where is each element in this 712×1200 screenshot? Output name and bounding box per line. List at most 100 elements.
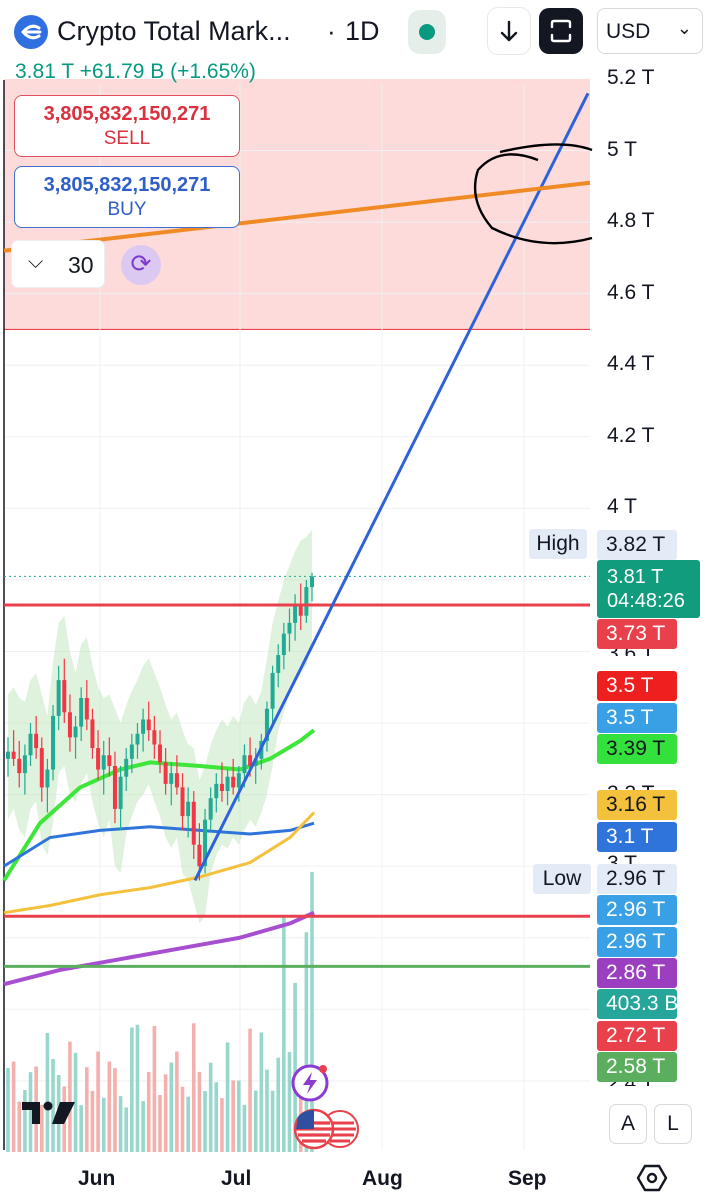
- candle-body: [96, 748, 101, 770]
- title-separator: ·: [327, 16, 336, 46]
- market-status-button[interactable]: [408, 10, 446, 54]
- time-label-jul: Jul: [221, 1167, 252, 1190]
- time-label-jun: Jun: [78, 1167, 116, 1190]
- high-value-tag: 3.82 T: [597, 530, 677, 560]
- sell-button[interactable]: 3,805,832,150,271 SELL: [14, 95, 240, 157]
- indicator-value-tag: 2.96 T: [597, 927, 677, 957]
- volume-bar: [124, 1107, 129, 1152]
- crypto-total-logo-icon: [14, 15, 48, 49]
- volume-bar: [113, 1068, 117, 1152]
- indicator-value-tag: 2.58 T: [597, 1052, 677, 1082]
- sell-price: 3,805,832,150,271: [43, 103, 211, 125]
- volume-bar: [107, 1061, 112, 1152]
- volume-bar: [85, 1067, 89, 1152]
- current-price-tag: 3.81 T 04:48:26: [597, 560, 700, 618]
- indicator-value-tag: 2.96 T: [597, 895, 677, 925]
- candle-body: [191, 801, 196, 845]
- candle-body: [180, 787, 185, 817]
- currency-select[interactable]: USD ⌄: [597, 8, 703, 54]
- candle-body: [28, 733, 33, 756]
- candle-body: [231, 776, 236, 788]
- refresh-icon[interactable]: ⟳: [121, 245, 161, 285]
- settings-hexagon-icon[interactable]: [636, 1162, 668, 1194]
- volume-bar: [214, 1082, 219, 1152]
- quantity-selector[interactable]: ⌵ 30: [12, 241, 104, 287]
- candle-body: [90, 719, 95, 749]
- volume-bar: [96, 1051, 100, 1152]
- fullscreen-icon: [550, 19, 572, 43]
- market-open-dot-icon: [419, 24, 435, 40]
- interval-button[interactable]: 1D: [345, 16, 380, 47]
- candle-body: [287, 622, 292, 634]
- volume-bar: [11, 1061, 16, 1152]
- price-change-line: 3.81 T +61.79 B (+1.65%): [15, 60, 256, 84]
- download-button[interactable]: [488, 8, 530, 54]
- volume-bar: [191, 1023, 196, 1152]
- volume-bar: [242, 1104, 247, 1152]
- candle-body: [219, 783, 224, 792]
- indicator-value-tag: 3.39 T: [597, 734, 677, 764]
- buy-label: BUY: [107, 199, 147, 220]
- log-scale-button[interactable]: L: [655, 1105, 691, 1143]
- volume-bar: [259, 1032, 264, 1152]
- candle-body: [236, 773, 241, 788]
- arrow-down-icon: [500, 20, 518, 42]
- fullscreen-button[interactable]: [539, 8, 583, 54]
- volume-bar: [68, 1041, 72, 1152]
- candle-body: [118, 776, 123, 809]
- volume-bar: [158, 1094, 162, 1152]
- candle-body: [174, 773, 179, 788]
- volume-bar: [237, 1080, 241, 1152]
- candle-body: [6, 751, 10, 759]
- volume-bar: [135, 1024, 140, 1152]
- low-label: Low: [533, 864, 591, 894]
- volume-bar: [180, 1086, 185, 1152]
- candle-body: [225, 776, 230, 792]
- volume-bar: [197, 1071, 202, 1152]
- indicator-value-tag: 3.5 T: [597, 703, 677, 733]
- volume-bar: [118, 1096, 123, 1152]
- buy-button[interactable]: 3,805,832,150,271 BUY: [14, 166, 240, 228]
- tradingview-logo-icon: [22, 1101, 75, 1124]
- indicator-value-tag: 3.1 T: [597, 822, 677, 852]
- price-tick-label: 4.2 T: [607, 423, 655, 447]
- candle-countdown: 04:48:26: [607, 590, 685, 612]
- candle-body: [293, 604, 298, 623]
- volume-bar: [231, 1080, 235, 1152]
- candle-body: [135, 733, 140, 745]
- candle-body: [107, 755, 112, 766]
- bolt-event-icon[interactable]: [290, 1063, 330, 1103]
- change-value: +61.79 B: [79, 60, 165, 83]
- volume-bar: [276, 1057, 281, 1152]
- ma-purple-line: [3, 910, 315, 987]
- auto-scale-button[interactable]: A: [610, 1105, 646, 1143]
- volume-bar: [208, 1062, 213, 1152]
- candle-body: [124, 758, 129, 777]
- candle-body: [141, 719, 146, 734]
- volume-bar: [282, 915, 286, 1152]
- volume-bar: [203, 1091, 207, 1152]
- candle-body: [242, 755, 247, 774]
- volume-bar: [141, 1101, 145, 1152]
- candle-body: [270, 672, 275, 709]
- candle-body: [146, 719, 151, 731]
- candle-body: [163, 762, 168, 784]
- indicator-value-tag: 3.73 T: [597, 619, 677, 649]
- high-label: High: [529, 529, 587, 559]
- symbol-title[interactable]: Crypto Total Mark...: [57, 16, 291, 47]
- candle-body: [11, 751, 16, 759]
- indicator-value-tag: 3.16 T: [597, 790, 677, 820]
- volume-bar: [163, 1074, 168, 1152]
- currency-value: USD: [606, 20, 651, 43]
- candle-body: [214, 783, 219, 799]
- quantity-value: 30: [68, 252, 94, 278]
- sell-label: SELL: [103, 128, 151, 149]
- candle-body: [310, 576, 314, 588]
- time-label-sep: Sep: [508, 1167, 547, 1190]
- candle-body: [129, 744, 134, 759]
- candle-body: [281, 633, 286, 656]
- volume-bar: [270, 1090, 275, 1152]
- indicator-value-tag: 403.3 B: [597, 989, 678, 1019]
- us-flag-events-icon[interactable]: [292, 1108, 362, 1150]
- candle-body: [67, 712, 72, 738]
